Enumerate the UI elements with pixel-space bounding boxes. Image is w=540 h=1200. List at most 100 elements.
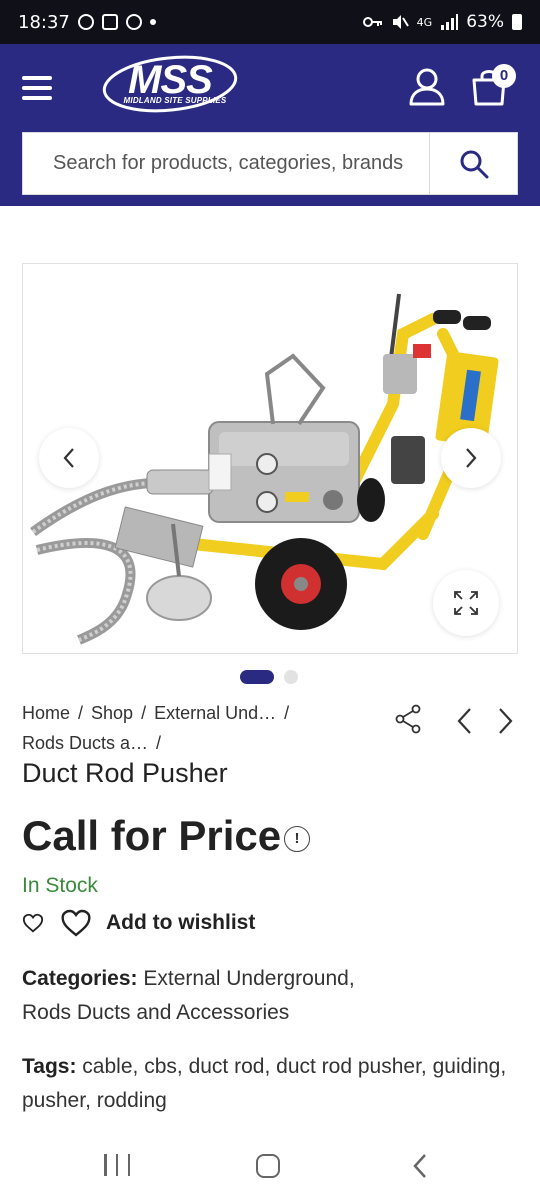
breadcrumb-separator: / [78, 703, 84, 723]
wheel-axle [294, 577, 308, 591]
comma: , [500, 1055, 507, 1078]
hose-shape [36, 541, 133, 642]
breadcrumb-home[interactable]: Home [22, 703, 70, 723]
guide-block [208, 453, 232, 491]
breadcrumb-shop[interactable]: Shop [91, 703, 133, 723]
site-logo[interactable]: MSS MIDLAND SITE SUPPLIES [100, 52, 240, 116]
gauge-shape [256, 453, 278, 475]
home-button[interactable] [256, 1154, 280, 1178]
recent-apps-icon [127, 1154, 130, 1176]
gallery-next-button[interactable] [441, 428, 501, 488]
network-label: 4G [416, 15, 433, 29]
recent-apps-icon [115, 1154, 119, 1176]
account-button[interactable] [408, 66, 446, 106]
user-icon [409, 68, 445, 106]
comma: , [420, 1055, 427, 1078]
app-icon [125, 14, 142, 30]
chevron-right-icon [499, 708, 513, 734]
wishlist-row: Add to wishlist [22, 904, 255, 942]
share-icon [395, 704, 421, 734]
gallery-dot-active[interactable] [240, 670, 274, 684]
breadcrumb-rods-ducts[interactable]: Rods Ducts a… [22, 733, 148, 753]
site-header: MSS MIDLAND SITE SUPPLIES 0 [0, 44, 540, 206]
search-input[interactable] [23, 133, 429, 194]
fullscreen-button[interactable] [433, 570, 499, 636]
hose-shape [35, 538, 136, 645]
next-product-button[interactable] [494, 704, 516, 738]
menu-line [22, 96, 52, 100]
warning-sticker [285, 492, 309, 502]
comma: , [85, 1089, 91, 1112]
search-bar [22, 132, 518, 195]
product-tags: Tags: cable, cbs, duct rod, duct rod pus… [22, 1050, 518, 1118]
stock-status: In Stock [22, 874, 98, 897]
signal-icon [441, 14, 459, 30]
wheel-shape [357, 478, 385, 522]
gallery-prev-button[interactable] [39, 428, 99, 488]
category-link[interactable]: Rods Ducts and Accessories [22, 1001, 289, 1024]
motor-box [391, 436, 425, 484]
tag-link[interactable]: duct rod [189, 1055, 265, 1078]
tag-link[interactable]: guiding [433, 1055, 501, 1078]
more-notifications-icon [149, 19, 156, 25]
status-right: 4G 63% [362, 12, 522, 32]
foot-plate [146, 575, 212, 621]
gallery-pagination [240, 670, 298, 684]
cart-button[interactable]: 0 [470, 64, 516, 108]
product-categories: Categories: External Underground, Rods D… [22, 962, 518, 1030]
search-icon [460, 150, 488, 178]
tag-link[interactable]: cbs [144, 1055, 177, 1078]
status-left: 18:37 [18, 12, 156, 33]
category-link[interactable]: External Underground [143, 967, 348, 990]
battery-icon [512, 14, 522, 30]
battery-level: 63% [466, 12, 504, 32]
tag-link[interactable]: rodding [97, 1089, 167, 1112]
mute-icon [392, 15, 409, 29]
tag-link[interactable]: cable [82, 1055, 132, 1078]
gauge-shape [256, 491, 278, 513]
expand-icon [454, 591, 478, 615]
previous-product-button[interactable] [454, 704, 476, 738]
notification-icon [77, 14, 94, 30]
breadcrumb-external-underground[interactable]: External Und… [154, 703, 276, 723]
breadcrumb: Home / Shop / External Und… / Rods Ducts a… / [22, 698, 362, 758]
handle-grip [463, 316, 491, 330]
categories-label: Categories: [22, 967, 138, 990]
machine-top [219, 432, 349, 466]
cart-count-badge: 0 [492, 64, 516, 88]
logo-subtext: MIDLAND SITE SUPPLIES [123, 96, 227, 105]
gallery-dot[interactable] [284, 670, 298, 684]
comma: , [264, 1055, 271, 1078]
valve-block [383, 354, 417, 394]
comma: , [132, 1055, 139, 1078]
product-gallery [22, 263, 518, 654]
nozzle-shape [146, 469, 214, 495]
search-button[interactable] [429, 133, 517, 194]
status-time: 18:37 [18, 11, 70, 33]
recent-apps-button[interactable] [104, 1154, 130, 1176]
heart-icon [61, 909, 91, 937]
add-to-wishlist-button[interactable]: Add to wishlist [60, 908, 255, 938]
breadcrumb-separator: / [156, 733, 162, 753]
heart-icon[interactable] [22, 912, 44, 934]
breadcrumb-separator: / [284, 703, 290, 723]
chevron-right-icon [466, 448, 477, 468]
comma: , [176, 1055, 183, 1078]
back-icon [413, 1154, 426, 1178]
price-info-icon[interactable]: ! [284, 826, 310, 852]
valve-knob [413, 344, 431, 358]
status-bar: 18:37 4G 63% [0, 0, 540, 44]
menu-button[interactable] [22, 76, 52, 100]
key-icon [362, 17, 382, 27]
recent-apps-icon [104, 1154, 107, 1176]
share-button[interactable] [394, 704, 422, 734]
tag-link[interactable]: pusher [22, 1089, 85, 1112]
lift-loop [264, 353, 326, 426]
product-title: Duct Rod Pusher [22, 758, 228, 788]
breadcrumb-separator: / [141, 703, 147, 723]
chevron-left-icon [457, 708, 471, 734]
comma: , [348, 967, 355, 990]
tag-link[interactable]: duct rod pusher [276, 1055, 421, 1078]
handle-grip [433, 310, 461, 324]
back-button[interactable] [410, 1152, 430, 1180]
